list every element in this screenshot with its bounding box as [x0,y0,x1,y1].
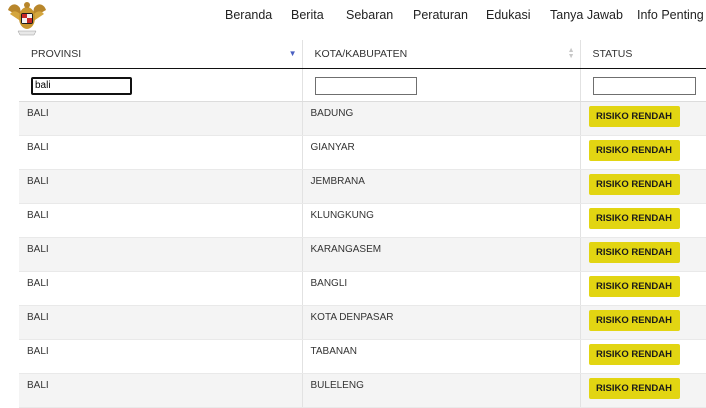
sort-both-icon[interactable]: ▲ ▼ [568,47,575,60]
cell-status: RISIKO RENDAH [580,135,706,170]
status-badge: RISIKO RENDAH [588,140,680,161]
status-table: PROVINSI ▼ KOTA/KABUPATEN ▲ ▼ STATUS bal… [19,40,706,408]
cell-kota: GIANYAR [302,135,581,170]
top-navigation-bar: Beranda Berita Sebaran Peraturan Edukasi… [0,0,706,40]
nav-peraturan[interactable]: Peraturan [413,8,468,22]
status-badge: RISIKO RENDAH [588,242,680,263]
cell-kota: KOTA DENPASAR [302,305,581,340]
table-row[interactable]: BALI KARANGASEM RISIKO RENDAH [19,237,706,272]
cell-status: RISIKO RENDAH [580,339,706,374]
nav-info-penting[interactable]: Info Penting [637,8,704,22]
cell-provinsi: BALI [19,305,303,340]
status-badge: RISIKO RENDAH [588,106,680,127]
table-row[interactable]: BALI JEMBRANA RISIKO RENDAH [19,169,706,204]
filter-status-input[interactable] [592,76,696,95]
status-badge: RISIKO RENDAH [588,208,680,229]
cell-kota: KLUNGKUNG [302,203,581,238]
status-badge: RISIKO RENDAH [588,276,680,297]
sort-descending-icon[interactable]: ▼ [289,50,297,58]
status-badge: RISIKO RENDAH [588,378,680,399]
cell-provinsi: BALI [19,203,303,238]
nav-tanya-jawab[interactable]: Tanya Jawab [550,8,623,22]
table-row[interactable]: BALI TABANAN RISIKO RENDAH [19,339,706,374]
cell-kota: TABANAN [302,339,581,374]
cell-provinsi: BALI [19,135,303,170]
cell-provinsi: BALI [19,373,303,408]
cell-status: RISIKO RENDAH [580,305,706,340]
cell-status: RISIKO RENDAH [580,373,706,408]
filter-cell-provinsi [19,68,303,102]
column-header-status: STATUS [580,40,706,69]
column-label-status: STATUS [592,48,633,60]
table-row[interactable]: BALI KLUNGKUNG RISIKO RENDAH [19,203,706,238]
column-header-kota[interactable]: KOTA/KABUPATEN ▲ ▼ [302,40,581,69]
nav-sebaran[interactable]: Sebaran [346,8,393,22]
cell-provinsi: BALI [19,339,303,374]
table-row[interactable]: BALI KOTA DENPASAR RISIKO RENDAH [19,305,706,340]
table-header-row: PROVINSI ▼ KOTA/KABUPATEN ▲ ▼ STATUS [19,40,706,69]
column-label-kota: KOTA/KABUPATEN [314,48,408,60]
cell-status: RISIKO RENDAH [580,203,706,238]
table-row[interactable]: BALI BADUNG RISIKO RENDAH [19,101,706,136]
filter-kota-input[interactable] [314,76,417,95]
table-row[interactable]: BALI GIANYAR RISIKO RENDAH [19,135,706,170]
cell-status: RISIKO RENDAH [580,237,706,272]
status-table-container: PROVINSI ▼ KOTA/KABUPATEN ▲ ▼ STATUS bal… [19,40,706,408]
cell-provinsi: BALI [19,271,303,306]
cell-status: RISIKO RENDAH [580,101,706,136]
cell-status: RISIKO RENDAH [580,169,706,204]
status-badge: RISIKO RENDAH [588,174,680,195]
cell-kota: JEMBRANA [302,169,581,204]
filter-cell-status [580,68,706,102]
garuda-emblem-icon[interactable] [4,0,50,36]
nav-beranda[interactable]: Beranda [225,8,272,22]
table-row[interactable]: BALI BULELENG RISIKO RENDAH [19,373,706,408]
cell-status: RISIKO RENDAH [580,271,706,306]
cell-kota: BANGLI [302,271,581,306]
cell-provinsi: BALI [19,237,303,272]
cell-kota: KARANGASEM [302,237,581,272]
table-row[interactable]: BALI BANGLI RISIKO RENDAH [19,271,706,306]
cell-kota: BULELENG [302,373,581,408]
filter-provinsi-input[interactable] [31,76,132,95]
status-badge: RISIKO RENDAH [588,344,680,365]
nav-edukasi[interactable]: Edukasi [486,8,530,22]
column-label-provinsi: PROVINSI [31,48,82,60]
cell-provinsi: BALI [19,101,303,136]
cell-provinsi: BALI [19,169,303,204]
column-header-provinsi[interactable]: PROVINSI ▼ [19,40,303,69]
filter-row [19,68,706,102]
status-badge: RISIKO RENDAH [588,310,680,331]
filter-cell-kota [302,68,581,102]
nav-berita[interactable]: Berita [291,8,324,22]
cell-kota: BADUNG [302,101,581,136]
